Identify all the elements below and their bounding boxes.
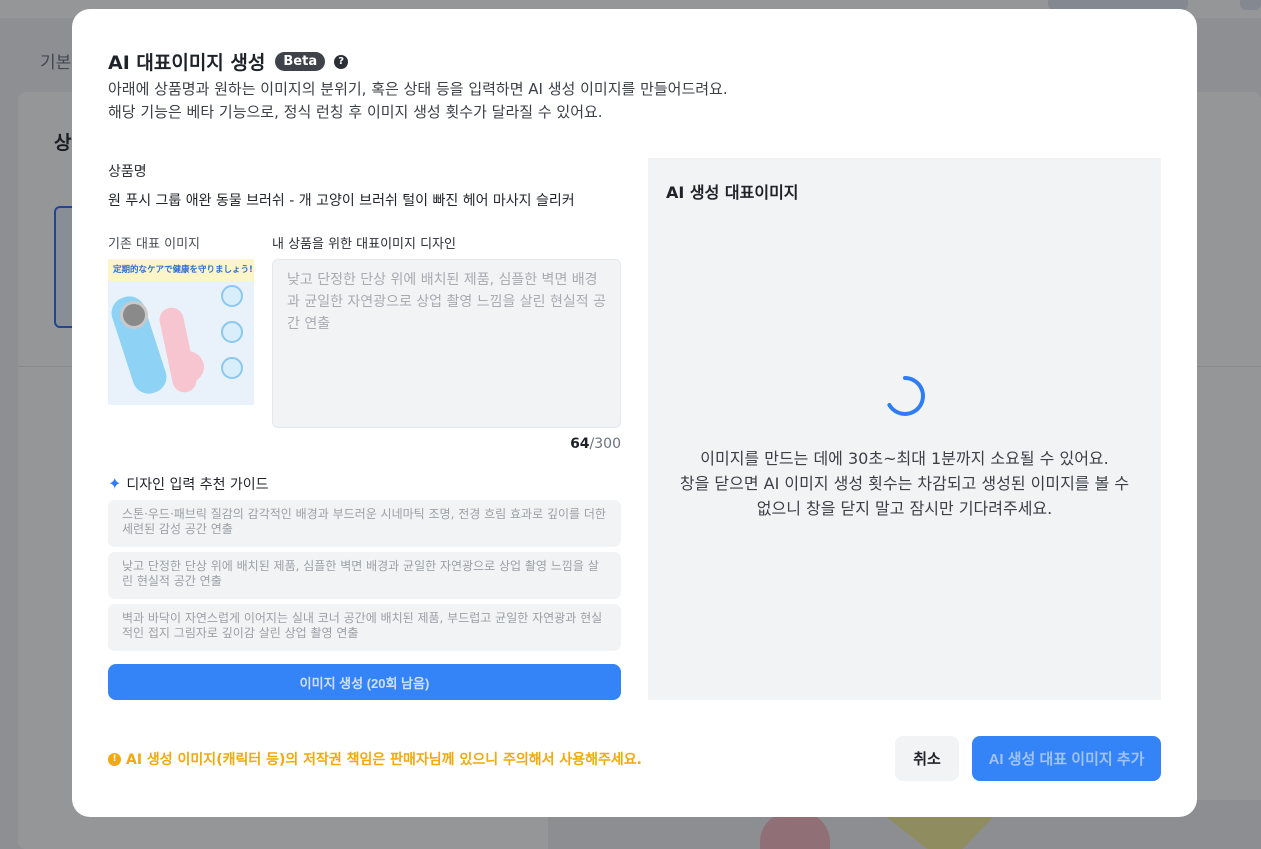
image-banner-text: 定期的なケアで健康を守りましょう! [113,265,253,275]
loading-line: 이미지를 만드는 데에 30초~최대 1분까지 소요될 수 있어요. [700,449,1109,468]
loading-line: 없으니 창을 닫지 말고 잠시만 기다려주세요. [756,499,1053,518]
feature-circle-icon [221,285,243,307]
ai-image-modal: AI 대표이미지 생성 Beta ? 아래에 상품명과 원하는 이미지의 분위기… [72,9,1197,817]
beta-badge: Beta [275,52,326,71]
brush-head-graphic [120,301,148,329]
image-banner: 定期的なケアで健康を守りましょう! [108,259,254,281]
loading-line: 창을 닫으면 AI 이미지 생성 횟수는 차감되고 생성된 이미지를 볼 수 [679,474,1130,493]
description-line: 아래에 상품명과 원하는 이미지의 분위기, 혹은 상태 등을 입력하면 AI … [108,80,728,98]
character-counter: 64/300 [512,436,621,452]
copyright-warning: ! AI 생성 이미지(캐릭터 등)의 저작권 책임은 판매자님께 있으니 주의… [108,749,642,769]
modal-header: AI 대표이미지 생성 Beta ? [108,48,349,75]
warning-text: AI 생성 이미지(캐릭터 등)의 저작권 책임은 판매자님께 있으니 주의해서… [126,752,642,768]
design-textarea[interactable]: 낮고 단정한 단상 위에 배치된 제품, 심플한 벽면 배경과 균일한 자연광으… [272,259,621,428]
ai-panel-title: AI 생성 대표이미지 [666,183,799,202]
cancel-button[interactable]: 취소 [895,736,959,781]
product-name-value: 원 푸시 그룹 애완 동물 브러쉬 - 개 고양이 브러쉬 털이 빠진 헤어 마… [108,193,578,209]
modal-title: AI 대표이미지 생성 [108,52,266,74]
character-max: /300 [589,436,621,452]
sparkle-icon: ✦ [108,474,122,493]
product-name-label: 상품명 [108,164,147,180]
feature-circle-icon [221,357,243,379]
loading-message: 이미지를 만드는 데에 30초~최대 1분까지 소요될 수 있어요. 창을 닫으… [666,446,1143,521]
guide-title: 디자인 입력 추천 가이드 [126,477,269,493]
description-line: 해당 기능은 베타 기능으로, 정식 런칭 후 이미지 생성 횟수가 달라질 수… [108,103,603,121]
guide-suggestion[interactable]: 스톤·우드·패브릭 질감의 감각적인 배경과 부드러운 시네마틱 조명, 전경 … [108,500,621,547]
guide-header: ✦ 디자인 입력 추천 가이드 [108,474,269,494]
generate-image-button[interactable]: 이미지 생성 (20회 남음) [108,664,621,700]
existing-product-image: 定期的なケアで健康を守りましょう! [108,259,254,405]
character-count: 64 [570,436,590,452]
help-icon[interactable]: ? [334,54,349,69]
existing-image-label: 기존 대표 이미지 [108,237,200,252]
ai-result-panel: AI 생성 대표이미지 이미지를 만드는 데에 30초~최대 1분까지 소요될 … [648,158,1161,700]
guide-suggestion[interactable]: 낮고 단정한 단상 위에 배치된 제품, 심플한 벽면 배경과 균일한 자연광으… [108,552,621,599]
modal-description: 아래에 상품명과 원하는 이미지의 분위기, 혹은 상태 등을 입력하면 AI … [108,78,728,124]
design-label: 내 상품을 위한 대표이미지 디자인 [272,237,456,252]
add-ai-image-button[interactable]: AI 생성 대표 이미지 추가 [972,736,1161,781]
feature-circle-icon [221,321,243,343]
guide-suggestion[interactable]: 벽과 바닥이 자연스럽게 이어지는 실내 코너 공간에 배치된 제품, 부드럽고… [108,604,621,651]
brush-head-graphic [170,351,204,383]
loading-spinner-icon [887,376,925,416]
warning-icon: ! [108,752,121,766]
